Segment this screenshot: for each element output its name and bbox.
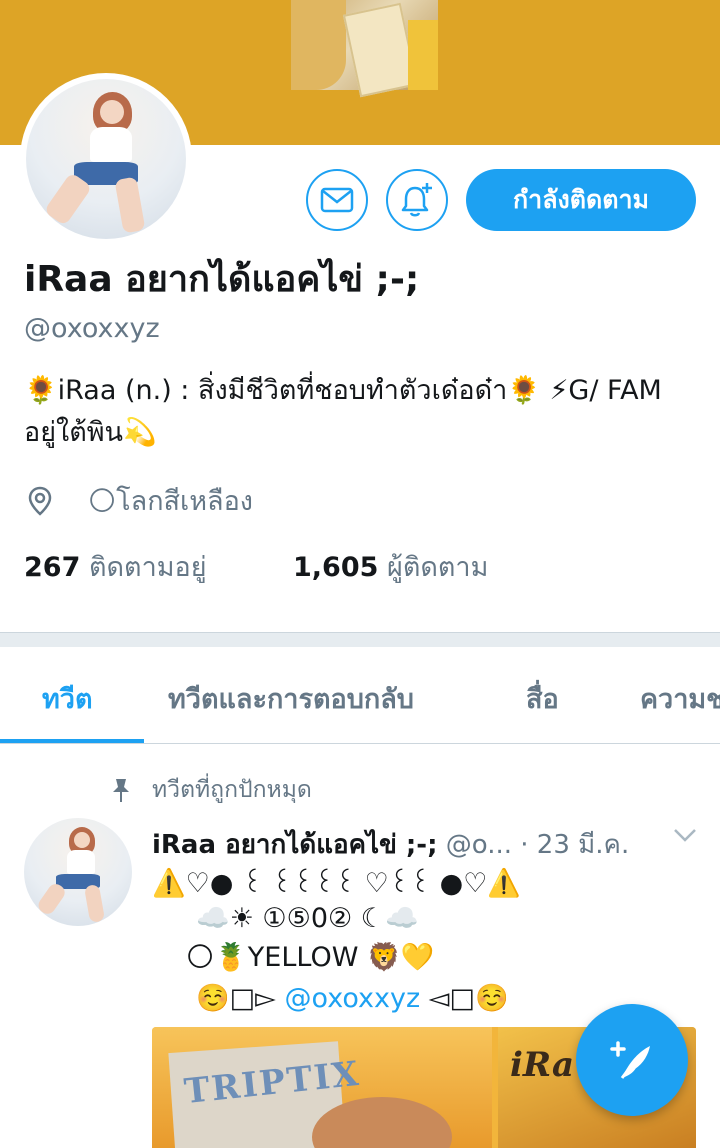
tweet-text-line: ⚠️♡● ꒰ ꒰꒰꒰꒰ ♡꒰꒰ ●♡⚠️ [152,868,521,899]
profile-avatar[interactable] [20,73,192,245]
banner-photo [291,0,438,98]
pushpin-icon [113,779,129,802]
tweet-text-line: ☁️☀ ①⑤0② ☾☁️ [196,903,419,934]
avatar-figure-leg [83,883,105,923]
tweet-author-avatar-image [24,818,132,926]
following-stat[interactable]: 267 ติดตามอยู่ [24,552,207,583]
compose-tweet-button[interactable] [576,1004,688,1116]
tweet-header: iRaa อยากได้แอคไข่ ;-; @o... · 23 มี.ค. [152,824,629,865]
following-label: ติดตามอยู่ [88,552,207,583]
profile-display-name: iRaa อยากได้แอคไข่ ;-; [24,259,420,300]
location-pin-icon [28,486,52,516]
tweet-text-fragment: ☺️□▻ [196,983,276,1014]
profile-bio: 🌻iRaa (n.) : สิ่งมีชีวิตที่ชอบทำตัวเด๋อด… [24,375,662,448]
tab-media[interactable]: สื่อ [526,677,559,720]
avatar-figure-top [90,127,132,163]
followers-count: 1,605 [293,552,379,583]
profile-location: 🌕โลกสีเหลือง [24,479,253,522]
section-divider [0,632,720,647]
banner-cap-shape [291,0,346,90]
tweet-text-line: 🌕🍍YELLOW 🦁💛 [186,942,435,973]
tweet-mention-link[interactable]: @oxoxxyz [285,983,421,1014]
tweet-media-image-left: TRIPTIX [152,1027,492,1148]
avatar-figure-top [67,850,96,875]
banner-cloth-shape [408,20,438,90]
pinned-indicator: ทวีตที่ถูกปักหมุด [110,772,312,808]
profile-tabs: ทวีต ทวีตและการตอบกลับ สื่อ ความช [0,647,720,744]
tab-tweets-and-replies[interactable]: ทวีตและการตอบกลับ [168,677,414,720]
followers-stat[interactable]: 1,605 ผู้ติดตาม [293,545,488,588]
tweet-author-handle[interactable]: @o... [446,830,512,860]
tweet-date[interactable]: · 23 มี.ค. [520,830,629,860]
tab-tweets[interactable]: ทวีต [42,677,93,720]
avatar-figure-face [99,99,124,124]
profile-handle: @oxoxxyz [24,313,160,344]
tweet-author-avatar[interactable] [24,818,132,926]
followers-label: ผู้ติดตาม [387,552,489,583]
mail-icon [320,187,354,213]
tweet-text-line: ☺️□▻ @oxoxxyz ◅□☺️ [196,982,509,1014]
following-button[interactable]: กำลังติดตาม [466,169,696,231]
following-count: 267 [24,552,81,583]
pinned-label: ทวีตที่ถูกปักหมุด [152,777,312,803]
banner-card-shape [342,2,419,98]
avatar-figure-face [73,832,90,849]
avatar-figure-leg [114,176,146,235]
active-tab-indicator [0,739,144,743]
notifications-button[interactable] [386,169,448,231]
bell-plus-icon [401,183,432,217]
profile-avatar-image [26,79,186,239]
message-button[interactable] [306,169,368,231]
tab-likes[interactable]: ความช [640,677,720,720]
tweet-text-fragment: ◅□☺️ [428,983,509,1014]
profile-stats: 267 ติดตามอยู่ 1,605 ผู้ติดตาม [24,545,488,588]
media-right-text: iRa [510,1045,574,1085]
compose-feather-icon [610,1041,650,1079]
tweet-author-name[interactable]: iRaa อยากได้แอคไข่ ;-; [152,830,437,860]
chevron-down-icon[interactable] [672,826,698,844]
location-text: 🌕โลกสีเหลือง [88,486,253,517]
